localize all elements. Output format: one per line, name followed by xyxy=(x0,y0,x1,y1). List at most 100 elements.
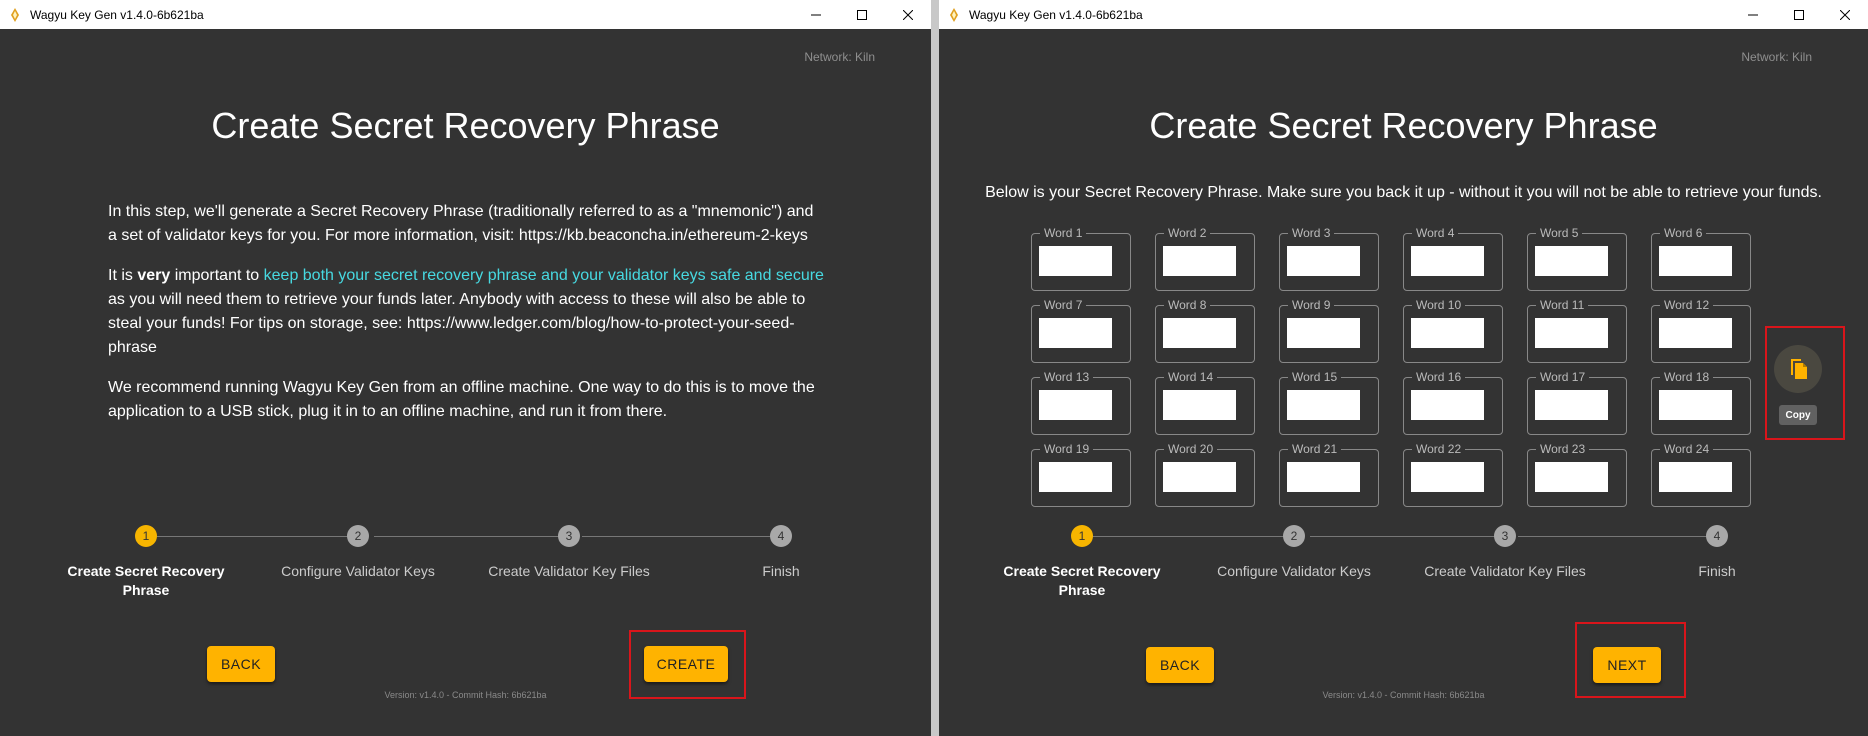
word-redaction xyxy=(1659,390,1732,420)
window-title: Wagyu Key Gen v1.4.0-6b621ba xyxy=(30,7,204,22)
word-label: Word 2 xyxy=(1164,226,1211,240)
step-4: 4 Finish xyxy=(686,525,876,581)
step-number: 1 xyxy=(135,525,157,547)
word-redaction xyxy=(1287,462,1360,492)
word-label: Word 18 xyxy=(1660,370,1714,384)
word-redaction xyxy=(1535,318,1608,348)
maximize-icon[interactable] xyxy=(1776,0,1822,29)
step-number: 2 xyxy=(347,525,369,547)
word-redaction xyxy=(1287,246,1360,276)
word-label: Word 21 xyxy=(1288,442,1342,456)
word-redaction xyxy=(1659,246,1732,276)
word-label: Word 14 xyxy=(1164,370,1218,384)
word-label: Word 10 xyxy=(1412,298,1466,312)
word-label: Word 19 xyxy=(1040,442,1094,456)
step-number: 3 xyxy=(558,525,580,547)
word-field: Word 3 xyxy=(1279,226,1379,291)
step-label: Create Secret Recovery Phrase xyxy=(1003,563,1161,598)
word-field: Word 19 xyxy=(1031,442,1131,507)
word-field: Word 20 xyxy=(1155,442,1255,507)
step-label: Configure Validator Keys xyxy=(1217,563,1371,579)
word-label: Word 5 xyxy=(1536,226,1583,240)
word-redaction xyxy=(1163,462,1236,492)
step-label: Create Validator Key Files xyxy=(488,563,650,579)
app-logo-icon xyxy=(947,7,961,22)
word-label: Word 9 xyxy=(1288,298,1335,312)
word-label: Word 13 xyxy=(1040,370,1094,384)
word-redaction xyxy=(1039,246,1112,276)
word-redaction xyxy=(1163,246,1236,276)
minimize-icon[interactable] xyxy=(793,0,839,29)
version-info: Version: v1.4.0 - Commit Hash: 6b621ba xyxy=(1322,690,1485,700)
step-4: 4 Finish xyxy=(1622,525,1812,581)
warning-emphasis: very xyxy=(137,267,171,284)
step-number: 2 xyxy=(1283,525,1305,547)
word-redaction xyxy=(1535,246,1608,276)
word-label: Word 4 xyxy=(1412,226,1459,240)
step-label: Finish xyxy=(762,563,800,579)
word-field: Word 24 xyxy=(1651,442,1751,507)
word-redaction xyxy=(1039,390,1112,420)
warning-text: It is xyxy=(108,267,138,284)
main-content: Network: Kiln Create Secret Recovery Phr… xyxy=(939,29,1868,736)
close-icon[interactable] xyxy=(1822,0,1868,29)
word-field: Word 16 xyxy=(1403,370,1503,435)
minimize-icon[interactable] xyxy=(1730,0,1776,29)
window-title: Wagyu Key Gen v1.4.0-6b621ba xyxy=(969,7,1143,22)
word-field: Word 18 xyxy=(1651,370,1751,435)
step-label: Configure Validator Keys xyxy=(281,563,435,579)
step-number: 3 xyxy=(1494,525,1516,547)
word-label: Word 1 xyxy=(1040,226,1087,240)
word-field: Word 23 xyxy=(1527,442,1627,507)
back-button[interactable]: BACK xyxy=(207,646,275,682)
highlight-box xyxy=(1575,622,1686,698)
main-content: Network: Kiln Create Secret Recovery Phr… xyxy=(0,29,931,736)
step-label: Finish xyxy=(1698,563,1736,579)
step-number: 1 xyxy=(1071,525,1093,547)
word-redaction xyxy=(1411,246,1484,276)
word-field: Word 10 xyxy=(1403,298,1503,363)
word-field: Word 21 xyxy=(1279,442,1379,507)
word-label: Word 20 xyxy=(1164,442,1218,456)
word-field: Word 15 xyxy=(1279,370,1379,435)
word-field: Word 8 xyxy=(1155,298,1255,363)
page-title: Create Secret Recovery Phrase xyxy=(211,105,720,146)
warning-paragraph: It is very important to keep both your s… xyxy=(108,264,826,360)
word-field: Word 6 xyxy=(1651,226,1751,291)
step-1: 1 Create Secret Recovery Phrase xyxy=(51,525,241,600)
word-field: Word 5 xyxy=(1527,226,1627,291)
network-label: Network: Kiln xyxy=(804,50,875,64)
word-redaction xyxy=(1411,390,1484,420)
word-label: Word 16 xyxy=(1412,370,1466,384)
word-field: Word 13 xyxy=(1031,370,1131,435)
maximize-icon[interactable] xyxy=(839,0,885,29)
step-3: 3 Create Validator Key Files xyxy=(474,525,664,581)
word-redaction xyxy=(1659,462,1732,492)
word-label: Word 6 xyxy=(1660,226,1707,240)
word-grid: Word 1 Word 2 Word 3 Word 4 Word 5 Word 6 Word… xyxy=(1031,226,1751,507)
word-label: Word 7 xyxy=(1040,298,1087,312)
left-window: Wagyu Key Gen v1.4.0-6b621ba Network: Ki… xyxy=(0,0,931,736)
word-field: Word 17 xyxy=(1527,370,1627,435)
word-redaction xyxy=(1659,318,1732,348)
app-logo-icon xyxy=(8,7,22,22)
highlight-box xyxy=(629,630,746,699)
window-divider xyxy=(931,0,939,736)
step-label: Create Validator Key Files xyxy=(1424,563,1586,579)
word-redaction xyxy=(1535,390,1608,420)
network-label: Network: Kiln xyxy=(1741,50,1812,64)
word-field: Word 1 xyxy=(1031,226,1131,291)
back-button[interactable]: BACK xyxy=(1146,647,1214,683)
word-redaction xyxy=(1411,318,1484,348)
word-label: Word 11 xyxy=(1536,298,1589,312)
word-redaction xyxy=(1287,390,1360,420)
word-redaction xyxy=(1535,462,1608,492)
step-label: Create Secret Recovery Phrase xyxy=(67,563,225,598)
word-field: Word 4 xyxy=(1403,226,1503,291)
word-label: Word 24 xyxy=(1660,442,1714,456)
close-icon[interactable] xyxy=(885,0,931,29)
word-field: Word 11 xyxy=(1527,298,1627,363)
step-3: 3 Create Validator Key Files xyxy=(1410,525,1600,581)
phrase-description: Below is your Secret Recovery Phrase. Ma… xyxy=(985,184,1822,201)
word-redaction xyxy=(1287,318,1360,348)
